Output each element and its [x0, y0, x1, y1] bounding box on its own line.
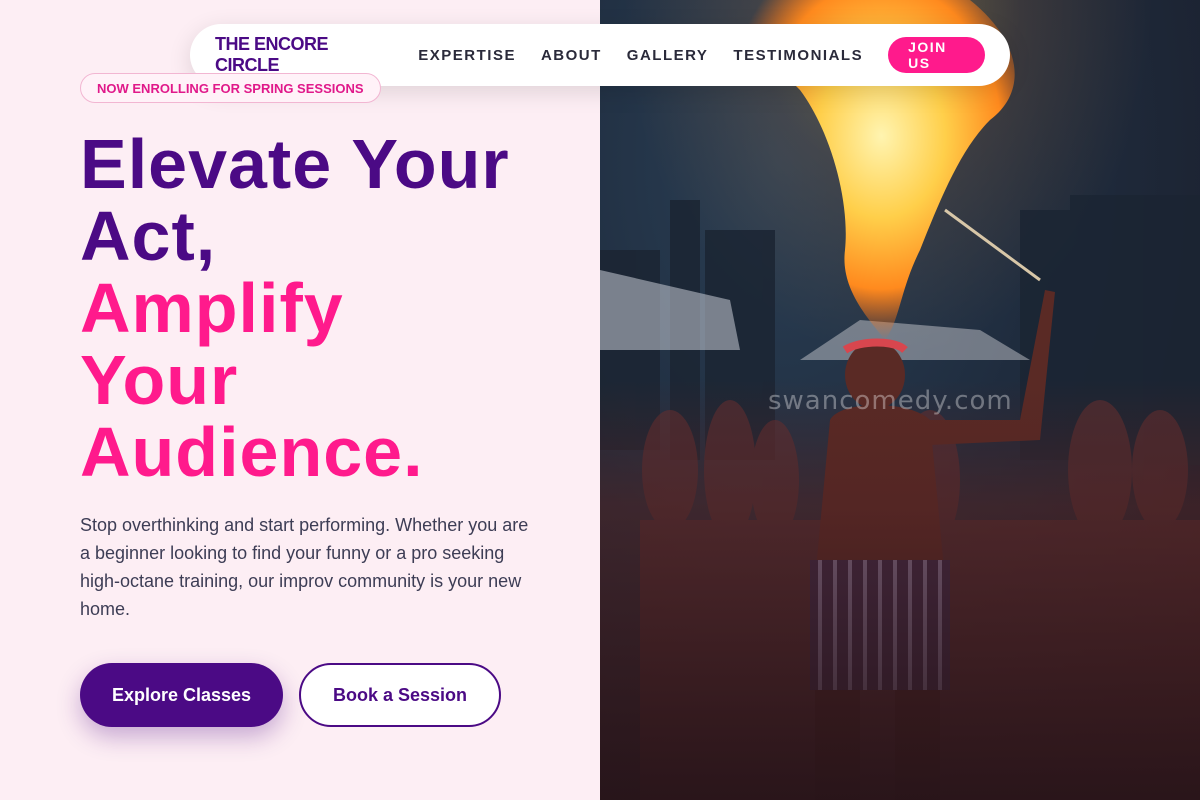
headline-line-3: Amplify [80, 269, 344, 347]
headline-line-4: Your [80, 341, 239, 419]
brand-logo[interactable]: THE ENCORE CIRCLE [215, 34, 370, 76]
nav-link-testimonials[interactable]: TESTIMONIALS [733, 47, 863, 64]
join-us-button[interactable]: JOIN US [888, 37, 985, 73]
crowd-overlay [600, 380, 1200, 800]
image-watermark: swancomedy.com [768, 386, 1013, 416]
enrollment-badge: NOW ENROLLING FOR SPRING SESSIONS [80, 73, 381, 103]
headline-line-1: Elevate Your [80, 125, 510, 203]
explore-classes-button[interactable]: Explore Classes [80, 663, 283, 727]
nav-link-expertise[interactable]: EXPERTISE [418, 47, 516, 64]
nav-link-about[interactable]: ABOUT [541, 47, 602, 64]
hero-image: swancomedy.com [600, 0, 1200, 800]
headline-line-5: Audience. [80, 413, 424, 491]
nav-link-gallery[interactable]: GALLERY [627, 47, 709, 64]
headline-line-2: Act, [80, 197, 217, 275]
hero-headline: Elevate Your Act, Amplify Your Audience. [80, 128, 580, 488]
hero-description: Stop overthinking and start performing. … [80, 515, 529, 619]
nav-links: EXPERTISE ABOUT GALLERY TESTIMONIALS [418, 47, 863, 64]
book-session-button[interactable]: Book a Session [299, 663, 501, 727]
